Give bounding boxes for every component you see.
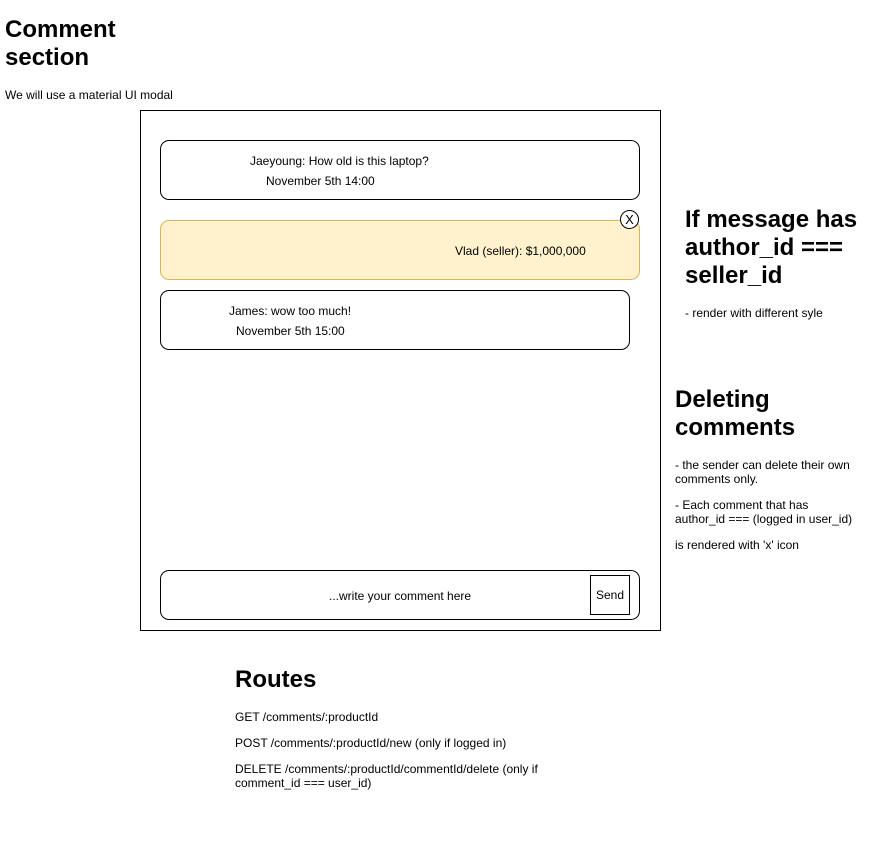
deleting-text1-line1: - the sender can delete their own — [675, 458, 850, 472]
routes-title: Routes — [235, 666, 317, 693]
seller-note-title-line2: author_id === — [685, 234, 844, 261]
comment-text: James: wow too much! — [229, 304, 352, 318]
seller-note-title: If message has author_id === seller_id — [685, 206, 857, 290]
comment-section-title-line2: section — [5, 44, 90, 71]
comment-item — [160, 140, 640, 200]
deleting-text2-line2: author_id === (logged in user_id) — [675, 512, 853, 526]
seller-note-title-line1: If message has — [685, 206, 858, 233]
route-get: GET /comments/:productId — [235, 710, 379, 724]
comment-timestamp: November 5th 14:00 — [266, 174, 375, 188]
comment-text: Jaeyoung: How old is this laptop? — [250, 154, 429, 168]
deleting-text2-line1: - Each comment that has — [675, 498, 809, 512]
comment-section-title: Comment section — [5, 16, 116, 72]
seller-comment-text: Vlad (seller): $1,000,000 — [455, 244, 586, 258]
comment-input-placeholder: ...write your comment here — [329, 589, 472, 603]
send-button[interactable]: Send — [590, 575, 630, 615]
seller-note-title-line3: seller_id — [685, 262, 783, 289]
seller-note-text: - render with different syle — [685, 306, 823, 320]
route-delete-line2: comment_id === user_id) — [235, 776, 372, 790]
deleting-text1-line2: comments only. — [675, 472, 759, 486]
deleting-title: Deleting comments — [675, 386, 795, 442]
comment-timestamp: November 5th 15:00 — [236, 324, 345, 338]
comment-section-subtitle: We will use a material UI modal — [5, 88, 173, 102]
deleting-text3: is rendered with 'x' icon — [675, 538, 799, 552]
route-delete-line1: DELETE /comments/:productId/commentId/de… — [235, 762, 538, 776]
comment-item — [160, 290, 630, 350]
comment-section-title-line1: Comment — [5, 16, 116, 43]
route-post: POST /comments/:productId/new (only if l… — [235, 736, 507, 750]
close-icon: X — [625, 212, 634, 227]
delete-comment-button[interactable]: X — [620, 210, 639, 229]
deleting-title-line2: comments — [675, 414, 796, 441]
deleting-title-line1: Deleting — [675, 386, 770, 413]
